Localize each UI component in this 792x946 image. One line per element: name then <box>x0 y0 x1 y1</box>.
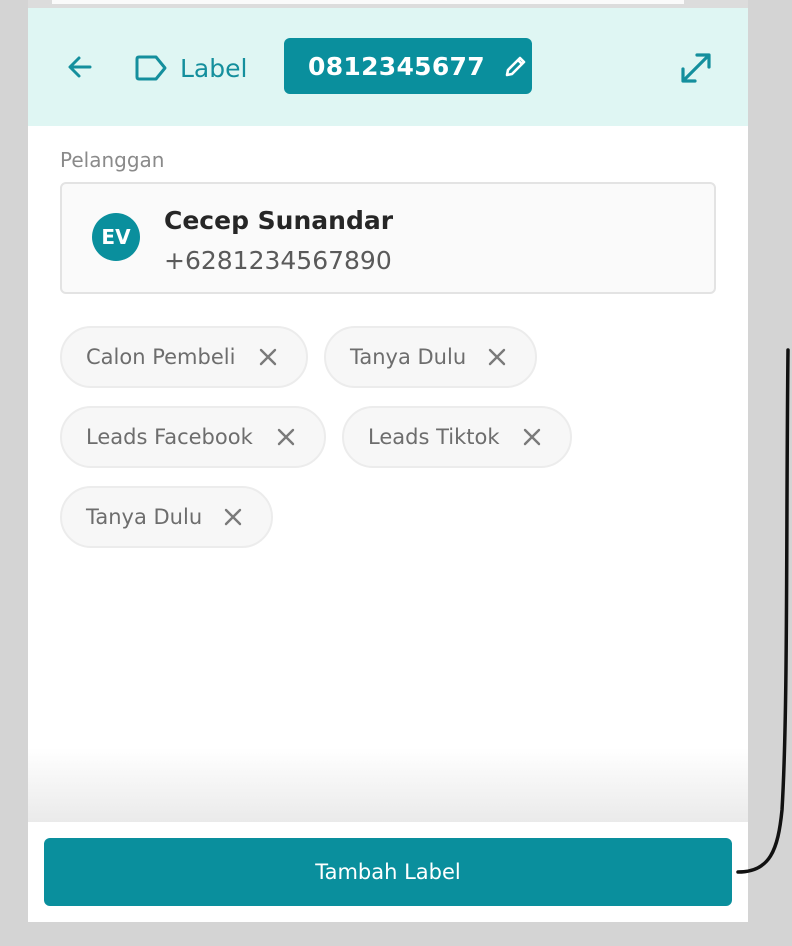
phone-number-chip[interactable]: 0812345677 <box>284 38 532 94</box>
close-icon[interactable] <box>487 347 507 367</box>
label-panel: Label 0812345677 Pelanggan EV Cecep Suna… <box>28 8 748 922</box>
tag-chip: Tanya Dulu <box>60 486 273 548</box>
tag-label: Leads Facebook <box>86 425 253 449</box>
connector-line <box>736 348 790 874</box>
close-icon[interactable] <box>276 427 296 447</box>
arrow-left-icon <box>68 56 92 78</box>
tag-label: Tanya Dulu <box>350 345 467 369</box>
label-button-text: Label <box>180 53 248 83</box>
top-strip <box>28 0 748 8</box>
panel-header: Label 0812345677 <box>28 8 748 126</box>
tag-label: Calon Pembeli <box>86 345 236 369</box>
tag-label: Tanya Dulu <box>86 505 203 529</box>
customer-phone: +6281234567890 <box>164 246 392 275</box>
customer-section-label: Pelanggan <box>60 148 165 172</box>
tag-chip: Leads Tiktok <box>342 406 572 468</box>
label-button[interactable]: Label <box>134 48 247 88</box>
top-strip-inner <box>52 0 684 4</box>
avatar: EV <box>92 213 140 261</box>
tag-outline-icon <box>135 55 167 81</box>
tag-chip: Tanya Dulu <box>324 326 537 388</box>
scroll-fade <box>28 748 748 822</box>
phone-number: 0812345677 <box>308 51 485 81</box>
expand-arrows-icon <box>681 53 711 83</box>
customer-card: EV Cecep Sunandar +6281234567890 <box>60 182 716 294</box>
tag-chip: Calon Pembeli <box>60 326 308 388</box>
pencil-icon[interactable] <box>503 53 529 79</box>
customer-name: Cecep Sunandar <box>164 206 394 235</box>
add-label-button[interactable]: Tambah Label <box>44 838 732 906</box>
back-button[interactable] <box>64 51 96 83</box>
expand-button[interactable] <box>676 48 716 88</box>
tag-chip: Leads Facebook <box>60 406 326 468</box>
close-icon[interactable] <box>522 427 542 447</box>
tag-label: Leads Tiktok <box>368 425 500 449</box>
close-icon[interactable] <box>258 347 278 367</box>
footer-bar: Tambah Label <box>28 822 748 922</box>
close-icon[interactable] <box>223 507 243 527</box>
